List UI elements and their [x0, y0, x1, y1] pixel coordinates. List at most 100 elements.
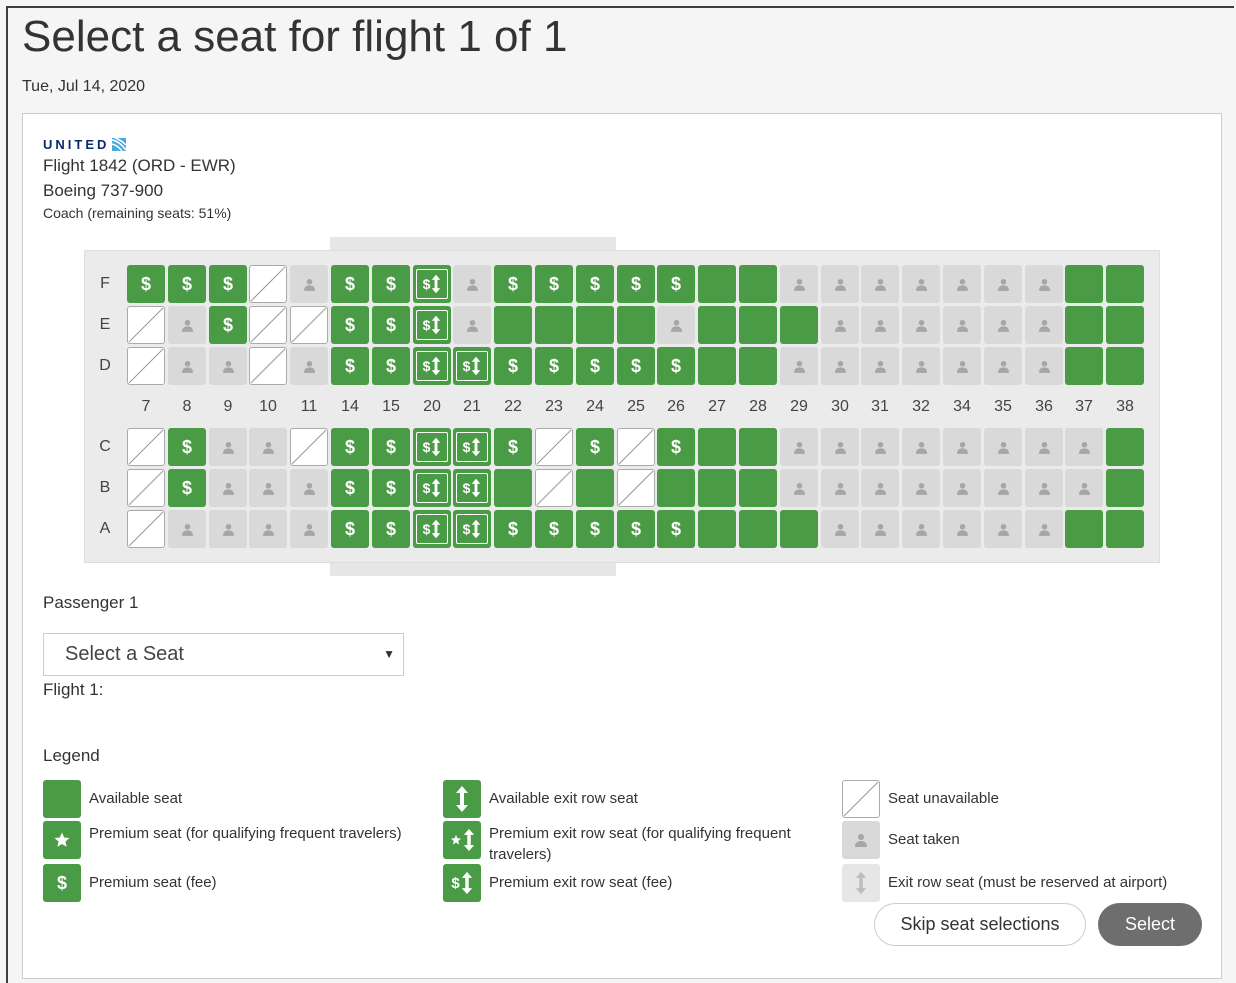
person-icon — [181, 319, 193, 332]
seat-37A[interactable] — [1065, 510, 1103, 548]
seat-15A[interactable]: $ — [372, 510, 410, 548]
seat-24D[interactable]: $ — [576, 347, 614, 385]
seat-24E[interactable] — [576, 306, 614, 344]
seat-select-dropdown[interactable]: Select a Seat ▼ — [43, 633, 404, 676]
seat-20C[interactable]: $ — [413, 428, 451, 466]
column-number: 20 — [423, 398, 441, 415]
seat-20B[interactable]: $ — [413, 469, 451, 507]
seat-22E[interactable] — [494, 306, 532, 344]
seat-22F[interactable]: $ — [494, 265, 532, 303]
seat-28C[interactable] — [739, 428, 777, 466]
seat-37F[interactable] — [1065, 265, 1103, 303]
dollar-icon: $ — [43, 864, 81, 902]
person-icon — [915, 278, 927, 291]
seat-27E[interactable] — [698, 306, 736, 344]
seat-21B[interactable]: $ — [453, 469, 491, 507]
seat-20E[interactable]: $ — [413, 306, 451, 344]
seat-28D[interactable] — [739, 347, 777, 385]
seat-23E[interactable] — [535, 306, 573, 344]
seat-23D[interactable]: $ — [535, 347, 573, 385]
seat-8C[interactable]: $ — [168, 428, 206, 466]
seat-37E[interactable] — [1065, 306, 1103, 344]
seat-37D[interactable] — [1065, 347, 1103, 385]
seat-29A[interactable] — [780, 510, 818, 548]
legend-premium-exit-star: Premium exit row seat (for qualifying fr… — [443, 821, 809, 865]
seat-25C — [617, 428, 655, 466]
seat-34F — [943, 265, 981, 303]
seat-14B[interactable]: $ — [331, 469, 369, 507]
seat-14C[interactable]: $ — [331, 428, 369, 466]
seat-24C[interactable]: $ — [576, 428, 614, 466]
seat-23A[interactable]: $ — [535, 510, 573, 548]
seat-28A[interactable] — [739, 510, 777, 548]
seat-20D[interactable]: $ — [413, 347, 451, 385]
seat-9E[interactable]: $ — [209, 306, 247, 344]
dollar-icon: $ — [140, 273, 151, 294]
seat-25F[interactable]: $ — [617, 265, 655, 303]
seat-15D[interactable]: $ — [372, 347, 410, 385]
skip-seat-selections-button[interactable]: Skip seat selections — [874, 903, 1086, 946]
seat-15B[interactable]: $ — [372, 469, 410, 507]
seat-21C[interactable]: $ — [453, 428, 491, 466]
seat-24F[interactable]: $ — [576, 265, 614, 303]
seat-22D[interactable]: $ — [494, 347, 532, 385]
seat-38A[interactable] — [1106, 510, 1144, 548]
seat-32F — [902, 265, 940, 303]
seat-22A[interactable]: $ — [494, 510, 532, 548]
seat-26A[interactable]: $ — [657, 510, 695, 548]
seat-29E[interactable] — [780, 306, 818, 344]
seat-22B[interactable] — [494, 469, 532, 507]
seat-25D[interactable]: $ — [617, 347, 655, 385]
select-button[interactable]: Select — [1098, 903, 1202, 946]
seat-15F[interactable]: $ — [372, 265, 410, 303]
seat-14E[interactable]: $ — [331, 306, 369, 344]
seat-21A[interactable]: $ — [453, 510, 491, 548]
seat-28E[interactable] — [739, 306, 777, 344]
seat-38D[interactable] — [1106, 347, 1144, 385]
seat-14F[interactable]: $ — [331, 265, 369, 303]
seat-15C[interactable]: $ — [372, 428, 410, 466]
seat-25E[interactable] — [617, 306, 655, 344]
seat-14D[interactable]: $ — [331, 347, 369, 385]
seat-28B[interactable] — [739, 469, 777, 507]
seat-26D[interactable]: $ — [657, 347, 695, 385]
dollar-icon: $ — [344, 355, 355, 376]
seat-32A — [902, 510, 940, 548]
seat-38E[interactable] — [1106, 306, 1144, 344]
seat-27F[interactable] — [698, 265, 736, 303]
seat-7D — [127, 347, 165, 385]
seat-15E[interactable]: $ — [372, 306, 410, 344]
seat-26B[interactable] — [657, 469, 695, 507]
seat-8B[interactable]: $ — [168, 469, 206, 507]
seat-24A[interactable]: $ — [576, 510, 614, 548]
seat-20F[interactable]: $ — [413, 265, 451, 303]
seat-10C — [249, 428, 287, 466]
seat-9F[interactable]: $ — [209, 265, 247, 303]
seat-8F[interactable]: $ — [168, 265, 206, 303]
seat-38C[interactable] — [1106, 428, 1144, 466]
seat-9B — [209, 469, 247, 507]
seat-7F[interactable]: $ — [127, 265, 165, 303]
seat-28F[interactable] — [739, 265, 777, 303]
seat-27C[interactable] — [698, 428, 736, 466]
seat-22C[interactable]: $ — [494, 428, 532, 466]
seat-38F[interactable] — [1106, 265, 1144, 303]
seat-27B[interactable] — [698, 469, 736, 507]
person-icon — [834, 441, 846, 454]
seat-38B[interactable] — [1106, 469, 1144, 507]
person-icon — [834, 360, 846, 373]
legend-label: Exit row seat (must be reserved at airpo… — [888, 874, 1168, 891]
seat-26F[interactable]: $ — [657, 265, 695, 303]
seat-26C[interactable]: $ — [657, 428, 695, 466]
legend-premium-fee: $ Premium seat (fee) — [43, 864, 217, 902]
seat-20A[interactable]: $ — [413, 510, 451, 548]
seat-21D[interactable]: $ — [453, 347, 491, 385]
seat-27A[interactable] — [698, 510, 736, 548]
seat-31B — [861, 469, 899, 507]
seat-27D[interactable] — [698, 347, 736, 385]
seat-14A[interactable]: $ — [331, 510, 369, 548]
seat-25A[interactable]: $ — [617, 510, 655, 548]
column-number: 23 — [545, 398, 563, 415]
seat-24B[interactable] — [576, 469, 614, 507]
seat-23F[interactable]: $ — [535, 265, 573, 303]
